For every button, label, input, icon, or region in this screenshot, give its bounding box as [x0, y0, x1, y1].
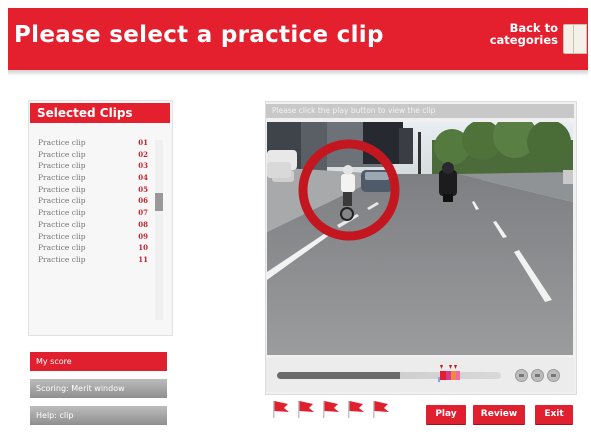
score-window-1	[440, 371, 446, 380]
clip-label: Practice clip	[38, 231, 86, 241]
clip-number: 04	[138, 173, 148, 183]
hazard-marker-zone	[437, 365, 465, 382]
flag-icon[interactable]	[368, 400, 390, 418]
clip-label: Practice clip	[38, 184, 86, 194]
clip-number: 11	[138, 254, 148, 264]
flag-marker-2	[449, 365, 452, 369]
review-button[interactable]: Review	[473, 405, 525, 424]
clip-label: Practice clip	[38, 161, 86, 171]
clip-number: 03	[138, 161, 148, 171]
video-caption: Please click the play button to view the…	[266, 104, 574, 118]
help-button[interactable]: Help: clip	[30, 406, 167, 425]
rewind-icon[interactable]	[515, 369, 528, 382]
flag-icon[interactable]	[343, 400, 365, 418]
clip-label: Practice clip	[38, 196, 86, 206]
forward-icon[interactable]	[547, 369, 560, 382]
my-score-button[interactable]: My score	[30, 352, 167, 371]
flag-icon[interactable]	[318, 400, 340, 418]
back-label-line2: categories	[489, 33, 558, 47]
clip-label: Practice clip	[38, 149, 86, 159]
header-shadow	[8, 70, 588, 76]
clip-list-item[interactable]: Practice clip 06	[38, 196, 148, 208]
clip-list-item[interactable]: Practice clip 04	[38, 173, 148, 185]
score-window-4	[456, 371, 460, 380]
flag-marker-3	[454, 365, 457, 369]
book-icon[interactable]	[563, 24, 587, 54]
header-bar: Please select a practice clip Back to ca…	[8, 8, 588, 70]
clip-list-item[interactable]: Practice clip 01	[38, 138, 148, 150]
clip-number: 09	[138, 231, 148, 241]
playback-progress-bar[interactable]	[277, 372, 501, 379]
clip-list-scrollbar[interactable]	[155, 140, 163, 320]
clip-list-item[interactable]: Practice clip 02	[38, 150, 148, 162]
clip-number: 01	[138, 138, 148, 147]
score-window-3	[451, 371, 456, 380]
playhead	[438, 377, 440, 382]
flag-icon[interactable]	[293, 400, 315, 418]
video-frame	[267, 122, 573, 355]
video-player[interactable]	[267, 122, 573, 355]
score-window-2	[446, 371, 451, 380]
clip-number: 06	[138, 196, 148, 206]
clip-label: Practice clip	[38, 173, 86, 183]
clip-list-item[interactable]: Practice clip 10	[38, 243, 148, 255]
clip-list-item[interactable]: Practice clip 08	[38, 220, 148, 232]
play-button[interactable]: Play	[426, 405, 466, 424]
clip-list-item[interactable]: Practice clip 07	[38, 208, 148, 220]
clip-label: Practice clip	[38, 219, 86, 229]
flag-icon[interactable]	[268, 400, 290, 418]
clip-list-item[interactable]: Practice clip 05	[38, 185, 148, 197]
flag-marker-1	[440, 365, 443, 369]
clip-list: Practice clip 01 Practice clip 02 Practice c…	[38, 138, 148, 267]
flag-counter	[268, 400, 393, 420]
pause-icon[interactable]	[531, 369, 544, 382]
clip-number: 02	[138, 149, 148, 159]
clip-label: Practice clip	[38, 208, 86, 218]
scoring-button[interactable]: Scoring: Merit window	[30, 379, 167, 398]
back-to-categories-button[interactable]: Back to categories	[472, 22, 558, 46]
clip-number: 10	[138, 243, 148, 253]
clips-panel-title: Selected Clips	[30, 103, 170, 123]
clip-number: 08	[138, 219, 148, 229]
clip-number: 07	[138, 208, 148, 218]
clip-label: Practice clip	[38, 138, 86, 147]
page-title: Please select a practice clip	[14, 22, 384, 48]
clip-list-item[interactable]: Practice clip 03	[38, 161, 148, 173]
clip-label: Practice clip	[38, 254, 86, 264]
clip-list-item[interactable]: Practice clip 09	[38, 232, 148, 244]
exit-button[interactable]: Exit	[535, 405, 573, 424]
clip-list-scroll-thumb[interactable]	[155, 193, 163, 211]
clip-number: 05	[138, 184, 148, 194]
clip-label: Practice clip	[38, 243, 86, 253]
clip-list-item[interactable]: Practice clip 11	[38, 255, 148, 267]
